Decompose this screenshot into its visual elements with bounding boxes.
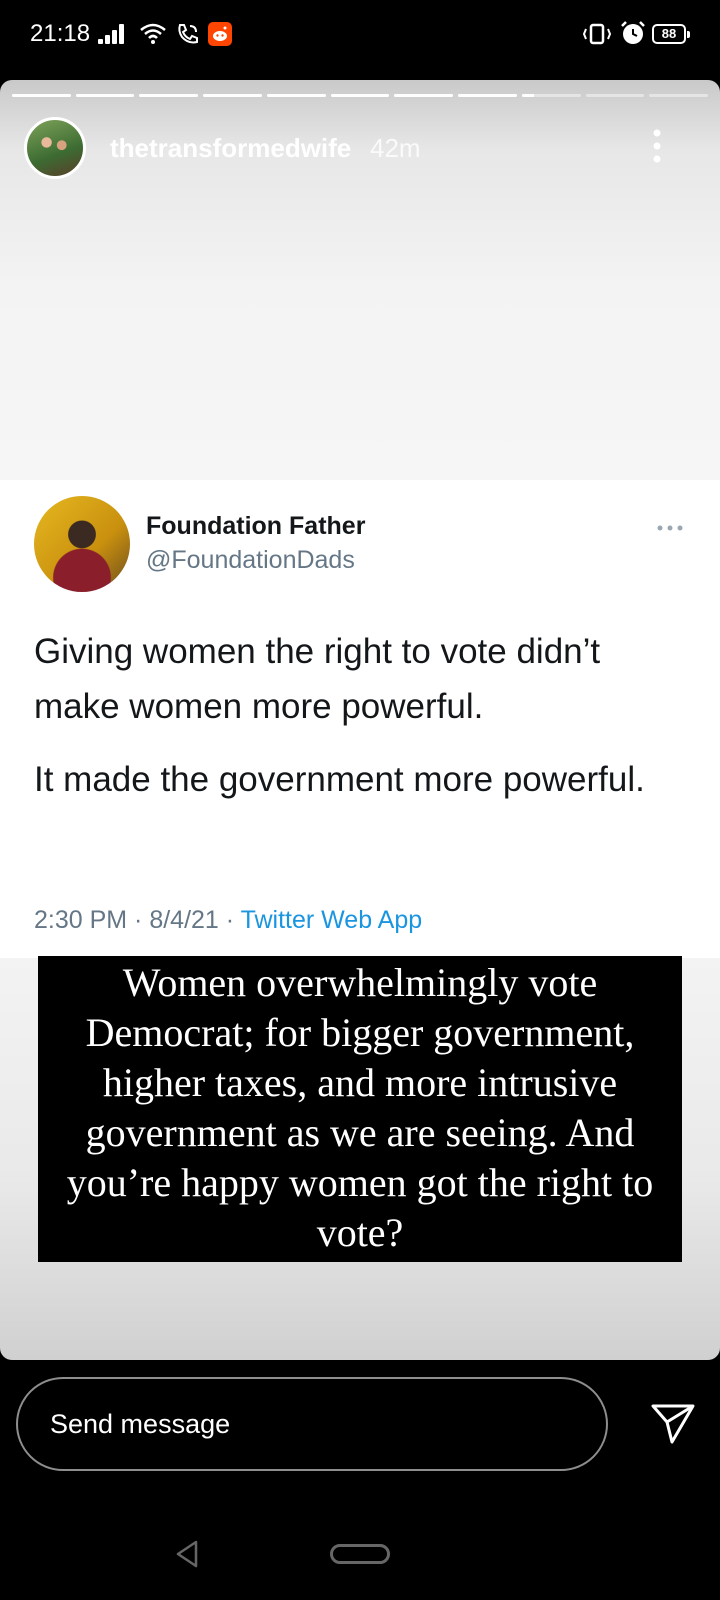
story-progress-segment [330,94,390,97]
status-time: 21:18 [30,20,91,47]
story-progress-segment [521,94,581,97]
send-icon[interactable] [650,1402,696,1446]
tweet-card: Foundation Father @FoundationDads Giving… [0,480,720,958]
tweet-timestamp: 2:30 PM · 8/4/21 · [34,906,241,934]
story-progress-segment [266,94,326,97]
story-progress-segment [458,94,517,97]
story-progress-segment [203,94,262,97]
story-age: 42m [370,133,421,163]
send-message-input[interactable]: Send message [16,1377,608,1471]
story-progress-segment [75,94,135,97]
wifi-call-icon [178,24,198,44]
story-progress-segment [649,94,709,97]
wifi-icon [140,23,166,44]
tweet-handle: @FoundationDads [146,546,355,574]
story-username[interactable]: thetransformedwife [110,133,351,164]
tweet-display-name: Foundation Father [146,512,366,540]
tweet-more-icon [657,525,683,531]
story-progress-segment [139,94,199,97]
story-viewer[interactable]: thetransformedwife 42m Foundation Father… [0,80,720,1360]
story-author-avatar[interactable] [24,117,86,179]
back-icon[interactable] [174,1539,200,1569]
tweet-client: Twitter Web App [240,906,423,934]
home-button[interactable] [330,1544,390,1564]
tweet-text-paragraph: Giving women the right to vote didn’t ma… [34,632,601,726]
story-progress-segment [12,94,71,97]
tweet-text-paragraph: It made the government more powerful. [34,760,645,799]
send-message-placeholder: Send message [50,1409,231,1439]
signal-icon [98,24,130,44]
alarm-icon [621,21,645,44]
story-progress-bar [12,94,709,97]
battery-icon: 88 [652,24,690,44]
tweet-author-avatar [34,496,130,592]
reddit-icon [208,22,232,46]
story-progress-segment [394,94,454,97]
more-options-icon[interactable] [652,128,662,164]
story-caption: Women overwhelmingly vote Democrat; for … [38,956,682,1262]
vibrate-icon [582,23,612,45]
tweet-meta: 2:30 PM · 8/4/21 · Twitter Web App [34,906,422,935]
story-progress-segment [585,94,645,97]
status-bar: 21:18 88 [0,0,720,72]
